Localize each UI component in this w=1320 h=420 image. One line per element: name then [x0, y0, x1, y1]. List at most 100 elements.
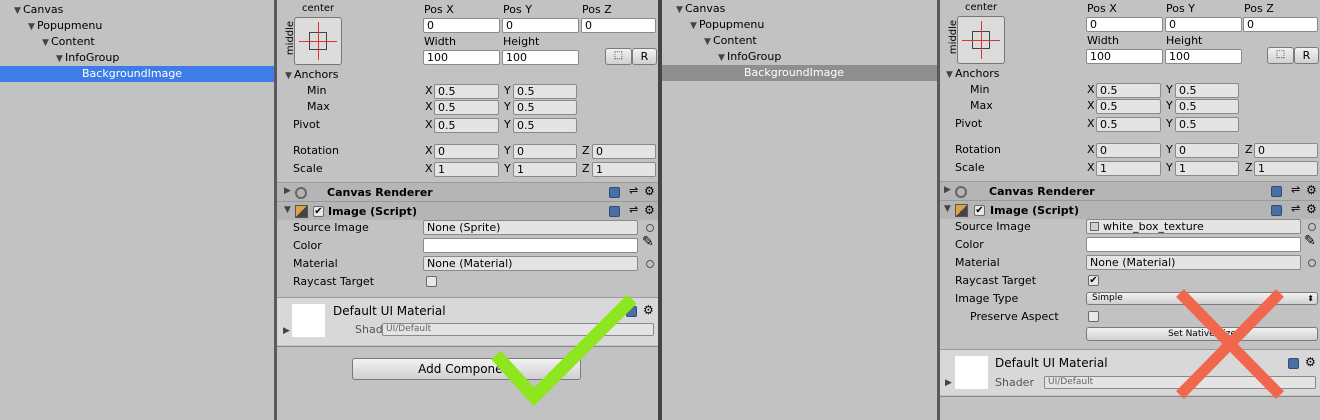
- gear-icon[interactable]: ⚙: [644, 203, 655, 217]
- preset-icon[interactable]: ⇌: [1291, 202, 1300, 215]
- help-icon[interactable]: [609, 206, 620, 217]
- expand-triangle-icon[interactable]: ▼: [944, 204, 953, 214]
- blueprint-mode-button[interactable]: ⬚: [1267, 47, 1294, 64]
- pos-x-field[interactable]: 0: [423, 18, 500, 33]
- collapse-triangle-icon[interactable]: ▶: [944, 185, 953, 195]
- width-field[interactable]: 100: [423, 50, 500, 65]
- gear-icon[interactable]: ⚙: [1306, 183, 1317, 197]
- pivot-y-field[interactable]: 0.5: [513, 118, 577, 133]
- scale-z-field[interactable]: 1: [1254, 161, 1318, 176]
- anchor-preset-button[interactable]: [294, 17, 342, 65]
- help-icon[interactable]: [1271, 205, 1282, 216]
- rot-y-field[interactable]: 0: [513, 144, 577, 159]
- source-image-field[interactable]: None (Sprite): [423, 220, 638, 235]
- hierarchy-item-backgroundimage[interactable]: BackgroundImage: [662, 65, 937, 81]
- image-enabled-checkbox[interactable]: ✔: [313, 206, 324, 217]
- anchors-foldout[interactable]: ▼ Anchors: [946, 66, 1000, 82]
- canvas-renderer-header[interactable]: ▶ Canvas Renderer ⇌ ⚙: [277, 182, 658, 201]
- color-field[interactable]: [1086, 237, 1301, 252]
- blueprint-mode-button[interactable]: ⬚: [605, 48, 632, 65]
- expand-triangle-icon[interactable]: ▼: [28, 19, 37, 35]
- help-icon[interactable]: [609, 187, 620, 198]
- scale-z-field[interactable]: 1: [592, 162, 656, 177]
- max-y-field[interactable]: 0.5: [513, 100, 577, 115]
- hierarchy-item-infogroup[interactable]: ▼ InfoGroup: [0, 50, 274, 66]
- max-x-field[interactable]: 0.5: [434, 100, 499, 115]
- min-x-field[interactable]: 0.5: [434, 84, 499, 99]
- expand-triangle-icon[interactable]: ▼: [690, 18, 699, 34]
- anchor-preset-button[interactable]: [957, 16, 1005, 64]
- canvas-renderer-header[interactable]: ▶ Canvas Renderer ⇌ ⚙: [940, 181, 1320, 200]
- hierarchy-item-backgroundimage[interactable]: BackgroundImage: [0, 66, 274, 82]
- pos-z-field[interactable]: 0: [1243, 17, 1318, 32]
- collapse-triangle-icon[interactable]: ▶: [284, 186, 293, 196]
- hierarchy-item-popupmenu[interactable]: ▼ Popupmenu: [662, 17, 937, 33]
- material-field[interactable]: None (Material): [1086, 255, 1301, 270]
- anchors-foldout[interactable]: ▼ Anchors: [285, 67, 339, 83]
- gear-icon[interactable]: ⚙: [1306, 202, 1317, 216]
- hierarchy-item-popupmenu[interactable]: ▼ Popupmenu: [0, 18, 274, 34]
- help-icon[interactable]: [1271, 186, 1282, 197]
- gear-icon[interactable]: ⚙: [1305, 355, 1316, 369]
- preset-icon[interactable]: ⇌: [629, 184, 638, 197]
- collapse-triangle-icon[interactable]: ▶: [283, 326, 292, 336]
- expand-triangle-icon[interactable]: ▼: [284, 205, 293, 215]
- preset-icon[interactable]: ⇌: [629, 203, 638, 216]
- eyedropper-icon[interactable]: ✎: [642, 234, 654, 250]
- preserve-aspect-checkbox[interactable]: [1088, 311, 1099, 322]
- max-x-field[interactable]: 0.5: [1096, 99, 1161, 114]
- width-field[interactable]: 100: [1086, 49, 1163, 64]
- height-field[interactable]: 100: [502, 50, 579, 65]
- expand-triangle-icon[interactable]: ▼: [14, 3, 23, 19]
- color-field[interactable]: [423, 238, 638, 253]
- pivot-y-field[interactable]: 0.5: [1175, 117, 1239, 132]
- material-field[interactable]: None (Material): [423, 256, 638, 271]
- scale-y-field[interactable]: 1: [1175, 161, 1239, 176]
- pivot-x-field[interactable]: 0.5: [1096, 117, 1161, 132]
- raycast-target-checkbox[interactable]: ✔: [1088, 275, 1099, 286]
- rot-z-field[interactable]: 0: [1254, 143, 1318, 158]
- scale-y-field[interactable]: 1: [513, 162, 577, 177]
- gear-icon[interactable]: ⚙: [644, 184, 655, 198]
- image-script-header[interactable]: ▼ ✔ Image (Script) ⇌ ⚙: [277, 201, 658, 220]
- eyedropper-icon[interactable]: ✎: [1304, 233, 1316, 249]
- min-x-field[interactable]: 0.5: [1096, 83, 1161, 98]
- object-picker-icon[interactable]: [1308, 223, 1316, 231]
- object-picker-icon[interactable]: [1308, 259, 1316, 267]
- pivot-x-field[interactable]: 0.5: [434, 118, 499, 133]
- pos-z-field[interactable]: 0: [581, 18, 656, 33]
- object-picker-icon[interactable]: [646, 224, 654, 232]
- scale-x-field[interactable]: 1: [1096, 161, 1161, 176]
- pos-x-field[interactable]: 0: [1086, 17, 1163, 32]
- raycast-target-checkbox[interactable]: [426, 276, 437, 287]
- pos-y-field[interactable]: 0: [502, 18, 579, 33]
- image-enabled-checkbox[interactable]: ✔: [974, 205, 985, 216]
- hierarchy-item-content[interactable]: ▼ Content: [0, 34, 274, 50]
- pos-y-field[interactable]: 0: [1165, 17, 1242, 32]
- height-field[interactable]: 100: [1165, 49, 1242, 64]
- expand-triangle-icon[interactable]: ▼: [42, 35, 51, 51]
- expand-triangle-icon[interactable]: ▼: [718, 50, 727, 66]
- raw-edit-button[interactable]: R: [632, 48, 657, 65]
- expand-triangle-icon[interactable]: ▼: [676, 2, 685, 18]
- gear-icon[interactable]: ⚙: [643, 303, 654, 317]
- expand-triangle-icon[interactable]: ▼: [704, 34, 713, 50]
- max-y-field[interactable]: 0.5: [1175, 99, 1239, 114]
- hierarchy-item-content[interactable]: ▼ Content: [662, 33, 937, 49]
- rot-y-field[interactable]: 0: [1175, 143, 1239, 158]
- source-image-field[interactable]: white_box_texture: [1086, 219, 1301, 234]
- rot-x-field[interactable]: 0: [1096, 143, 1161, 158]
- image-script-header[interactable]: ▼ ✔ Image (Script) ⇌ ⚙: [940, 200, 1320, 219]
- preset-icon[interactable]: ⇌: [1291, 183, 1300, 196]
- scale-x-field[interactable]: 1: [434, 162, 499, 177]
- expand-triangle-icon[interactable]: ▼: [56, 51, 65, 67]
- hierarchy-item-canvas[interactable]: ▼ Canvas: [0, 2, 274, 18]
- min-y-field[interactable]: 0.5: [1175, 83, 1239, 98]
- object-picker-icon[interactable]: [646, 260, 654, 268]
- hierarchy-item-canvas[interactable]: ▼ Canvas: [662, 1, 937, 17]
- min-y-field[interactable]: 0.5: [513, 84, 577, 99]
- hierarchy-item-infogroup[interactable]: ▼ InfoGroup: [662, 49, 937, 65]
- rot-z-field[interactable]: 0: [592, 144, 656, 159]
- rot-x-field[interactable]: 0: [434, 144, 499, 159]
- collapse-triangle-icon[interactable]: ▶: [945, 378, 954, 388]
